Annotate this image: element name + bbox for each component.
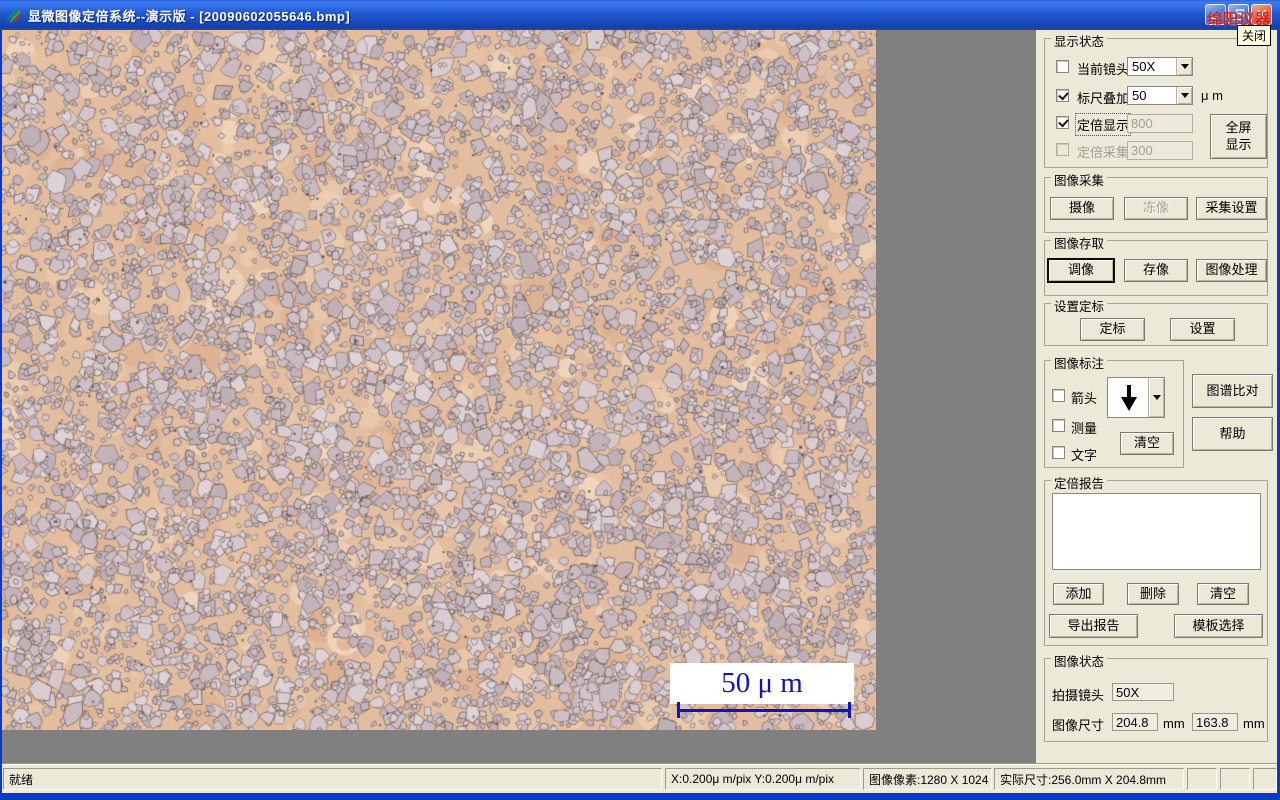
- status-pixels: 图像像素:1280 X 1024: [863, 768, 992, 790]
- arrow-label: 箭头: [1071, 391, 1098, 406]
- scalebar-tick-right: [848, 702, 851, 718]
- status-empty-panel: [1220, 768, 1250, 790]
- group-storage-title: 图像存取: [1051, 233, 1108, 252]
- template-select-button[interactable]: 模板选择: [1174, 614, 1263, 638]
- report-delete-button[interactable]: 删除: [1127, 583, 1179, 605]
- fixed-display-label: 定倍显示: [1074, 113, 1132, 136]
- scale-value-select[interactable]: 50: [1127, 86, 1193, 105]
- titlebar[interactable]: 显微图像定倍系统--演示版 - [20090602055646.bmp]: [0, 0, 1280, 30]
- current-lens-value: 50X: [1132, 59, 1156, 74]
- help-button[interactable]: 帮助: [1192, 417, 1273, 451]
- scalebar-line: [677, 709, 851, 712]
- annotation-clear-button[interactable]: 清空: [1120, 432, 1174, 455]
- capture-settings-button[interactable]: 采集设置: [1196, 197, 1267, 220]
- micrograph-image: [2, 30, 876, 730]
- fixed-display-input: 800: [1127, 114, 1193, 133]
- down-arrow-icon: [1121, 385, 1137, 411]
- fullscreen-button-line2: 显示: [1225, 136, 1252, 152]
- status-empty-panel: [1253, 768, 1277, 790]
- scale-value: 50: [1132, 88, 1147, 103]
- scalebar-tick-left: [677, 702, 680, 718]
- image-size-label: 图像尺寸: [1052, 718, 1105, 733]
- current-lens-select[interactable]: 50X: [1127, 57, 1193, 76]
- image-height-unit: mm: [1243, 716, 1265, 731]
- status-resolution: X:0.200μ m/pix Y:0.200μ m/pix: [665, 768, 861, 790]
- chevron-down-icon[interactable]: [1148, 378, 1164, 417]
- app-window: 显微图像定倍系统--演示版 - [20090602055646.bmp] 绵阳仪…: [0, 0, 1280, 800]
- measure-checkbox[interactable]: [1052, 419, 1065, 432]
- fullscreen-button[interactable]: 全屏 显示: [1210, 114, 1267, 159]
- scale-unit-label: μ m: [1201, 88, 1223, 103]
- arrow-checkbox[interactable]: [1052, 389, 1065, 402]
- atlas-compare-button[interactable]: 图谱比对: [1192, 374, 1273, 408]
- report-add-button[interactable]: 添加: [1053, 583, 1104, 605]
- scale-overlay-label: 标尺叠加: [1077, 91, 1130, 106]
- status-actual-size: 实际尺寸:256.0mm X 204.8mm: [994, 768, 1184, 790]
- fixed-capture-checkbox: [1056, 143, 1069, 156]
- current-lens-label: 当前镜头: [1077, 62, 1130, 77]
- status-ready: 就绪: [3, 768, 662, 790]
- group-capture-title: 图像采集: [1051, 170, 1108, 189]
- status-bar: 就绪 X:0.200μ m/pix Y:0.200μ m/pix 图像像素:12…: [2, 763, 1277, 793]
- group-annotation-title: 图像标注: [1051, 353, 1108, 372]
- chevron-down-icon[interactable]: [1176, 58, 1192, 75]
- image-height-value: 163.8: [1192, 713, 1238, 731]
- text-checkbox[interactable]: [1052, 446, 1065, 459]
- status-pixels-text: 图像像素:1280 X 1024: [869, 772, 989, 787]
- fixed-capture-input: 300: [1127, 141, 1193, 160]
- group-display-status-title: 显示状态: [1051, 31, 1108, 50]
- group-image-status-title: 图像状态: [1051, 651, 1108, 670]
- save-image-button[interactable]: 存像: [1124, 259, 1188, 282]
- scalebar-label: 50 μ m: [721, 667, 803, 699]
- status-empty-panel: [1187, 768, 1217, 790]
- calibrate-button[interactable]: 定标: [1080, 318, 1145, 341]
- status-actual-size-text: 实际尺寸:256.0mm X 204.8mm: [1000, 772, 1167, 787]
- freeze-button: 冻像: [1124, 197, 1188, 220]
- arrow-style-select[interactable]: [1107, 377, 1165, 418]
- calibration-setup-button[interactable]: 设置: [1170, 318, 1235, 341]
- app-icon: [6, 8, 22, 23]
- fullscreen-button-line1: 全屏: [1225, 120, 1252, 136]
- group-report-title: 定倍报告: [1051, 473, 1108, 492]
- fixed-capture-label: 定倍采集: [1077, 145, 1130, 160]
- current-lens-checkbox[interactable]: [1056, 60, 1069, 73]
- report-clear-button[interactable]: 清空: [1197, 583, 1249, 605]
- measure-label: 测量: [1071, 421, 1098, 436]
- window-title: 显微图像定倍系统--演示版 - [20090602055646.bmp]: [28, 8, 351, 24]
- group-calibration-title: 设置定标: [1051, 296, 1108, 315]
- load-image-button[interactable]: 调像: [1047, 258, 1115, 283]
- scale-overlay-checkbox[interactable]: [1056, 89, 1069, 102]
- scalebar-label-box: 50 μ m: [670, 663, 854, 704]
- export-report-button[interactable]: 导出报告: [1049, 614, 1138, 638]
- fixed-display-checkbox[interactable]: [1056, 116, 1069, 129]
- window-border-left: [0, 30, 2, 793]
- image-width-value: 204.8: [1112, 713, 1158, 731]
- chevron-down-icon[interactable]: [1176, 87, 1192, 104]
- lens-used-value: 50X: [1112, 683, 1174, 701]
- status-resolution-text: X:0.200μ m/pix Y:0.200μ m/pix: [671, 772, 835, 786]
- status-ready-text: 就绪: [9, 772, 34, 787]
- report-listbox[interactable]: [1052, 493, 1261, 570]
- window-border-bottom: [0, 793, 1280, 800]
- close-tooltip: 关闭: [1237, 25, 1272, 46]
- lens-used-label: 拍摄镜头: [1052, 688, 1105, 703]
- image-width-unit: mm: [1163, 716, 1185, 731]
- text-label: 文字: [1071, 448, 1098, 463]
- image-process-button[interactable]: 图像处理: [1196, 259, 1267, 282]
- shoot-button[interactable]: 摄像: [1050, 197, 1114, 220]
